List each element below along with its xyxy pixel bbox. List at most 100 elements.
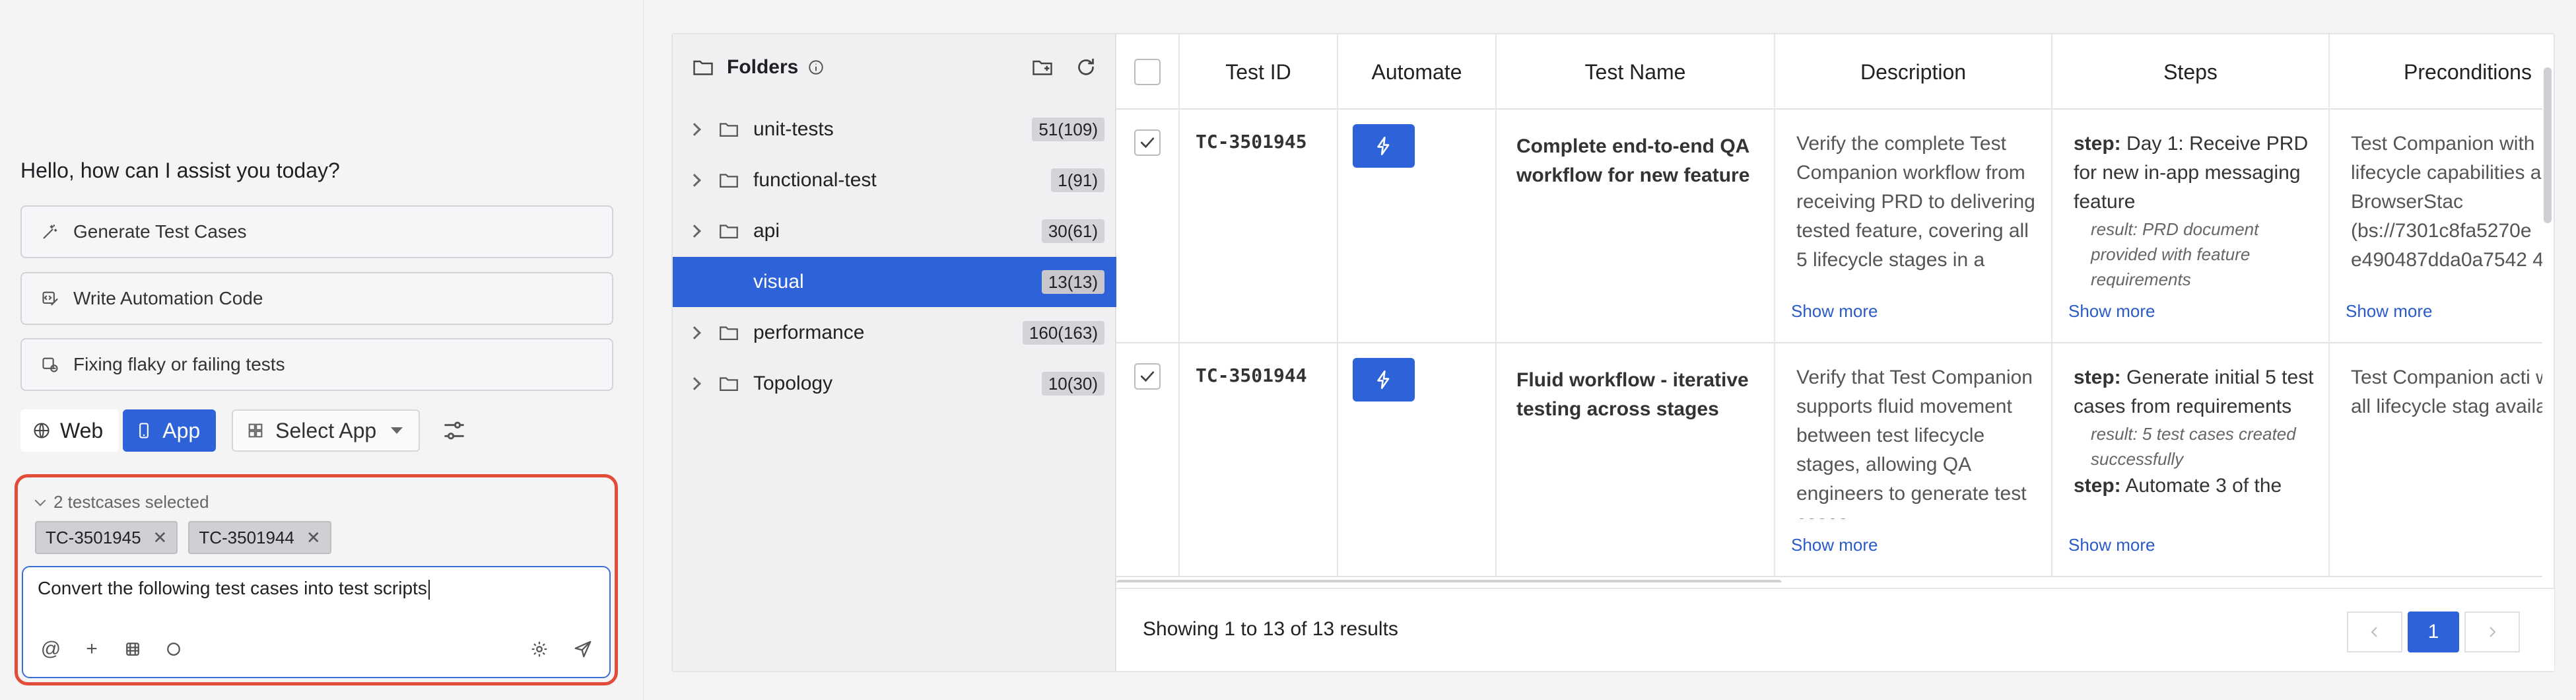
column-header-test-id[interactable]: Test ID	[1180, 34, 1338, 110]
result-label: result:	[2091, 219, 2138, 239]
folder-item-api[interactable]: api 30(61)	[673, 206, 1116, 256]
column-header-preconditions[interactable]: Preconditions	[2330, 34, 2542, 110]
chevron-right-icon	[688, 123, 701, 136]
select-app-dropdown[interactable]: Select App	[232, 409, 421, 452]
wand-icon	[40, 222, 60, 242]
preconditions-text: Test Companion with lifecycle capabiliti…	[2351, 133, 2542, 271]
show-more-link[interactable]: Show more	[1791, 301, 1878, 322]
show-more-link[interactable]: Show more	[1791, 535, 1878, 555]
check-icon	[1140, 137, 1155, 149]
steps-text: step: Generate initial 5 test cases from…	[2074, 363, 2315, 522]
add-folder-button[interactable]	[1028, 53, 1057, 82]
grid-icon	[248, 423, 263, 438]
attach-test-icon[interactable]	[119, 636, 146, 662]
test-name-cell: Complete end-to-end QA workflow for new …	[1497, 110, 1775, 342]
mode-web-tab[interactable]: Web	[20, 409, 119, 452]
column-header-description[interactable]: Description	[1775, 34, 2052, 110]
mention-icon[interactable]: @	[38, 636, 64, 662]
folder-name: api	[753, 220, 780, 242]
folder-item-functional-test[interactable]: functional-test 1(91)	[673, 155, 1116, 205]
step-text: Automate 3 of the	[2125, 475, 2282, 497]
automate-button[interactable]	[1353, 124, 1415, 168]
horizontal-scrollbar[interactable]	[1116, 580, 1782, 582]
mode-bar: Web App Select App	[20, 409, 470, 452]
folder-icon	[720, 275, 738, 290]
caret-down-icon	[391, 427, 403, 434]
description-text: Verify the complete Test Companion workf…	[1796, 133, 2035, 271]
folder-item-visual[interactable]: visual 13(13)	[673, 257, 1116, 307]
send-icon[interactable]	[570, 636, 596, 662]
folder-count-badge: 51(109)	[1032, 118, 1104, 141]
sliders-icon	[444, 421, 464, 440]
folder-count-badge: 160(163)	[1022, 321, 1104, 345]
previous-page-button[interactable]	[2347, 612, 2402, 652]
select-all-checkbox[interactable]	[1134, 59, 1161, 85]
chip-label: TC-3501945	[46, 527, 141, 547]
next-page-button[interactable]	[2464, 612, 2520, 652]
prompt-input[interactable]: Convert the following test cases into te…	[22, 566, 611, 678]
step-label: step:	[2074, 367, 2121, 388]
info-icon[interactable]	[807, 59, 825, 76]
chip-label: TC-3501944	[199, 527, 294, 547]
refresh-button[interactable]	[1071, 53, 1101, 82]
test-management-panel: Folders unit-tests 51(109) functional-te…	[671, 33, 2555, 672]
row-checkbox[interactable]	[1134, 363, 1161, 390]
settings-sliders-button[interactable]	[438, 415, 470, 446]
close-icon[interactable]: ✕	[306, 528, 321, 548]
folder-name: performance	[753, 322, 865, 343]
select-app-label: Select App	[275, 418, 377, 442]
column-header-test-name[interactable]: Test Name	[1497, 34, 1775, 110]
column-header-automate[interactable]: Automate	[1338, 34, 1497, 110]
close-icon[interactable]: ✕	[153, 528, 168, 548]
folder-name: functional-test	[753, 169, 877, 191]
greeting-text: Hello, how can I assist you today?	[20, 158, 340, 182]
folder-item-performance[interactable]: performance 160(163)	[673, 308, 1116, 358]
vertical-scrollbar[interactable]	[2544, 67, 2552, 223]
show-more-link[interactable]: Show more	[2068, 301, 2155, 322]
show-more-link[interactable]: Show more	[2068, 535, 2155, 555]
selection-summary-text: 2 testcases selected	[53, 492, 209, 512]
results-summary: Showing 1 to 13 of 13 results	[1143, 618, 1398, 640]
result-line: result: PRD document provided with featu…	[2074, 217, 2315, 288]
prompt-actions	[509, 636, 596, 662]
selection-summary-toggle[interactable]: 2 testcases selected	[34, 492, 209, 512]
step-label: step:	[2074, 475, 2121, 497]
code-edit-icon	[40, 289, 60, 308]
result-label: result:	[2091, 424, 2138, 444]
folders-header: Folders	[691, 49, 1101, 86]
folder-count-badge: 13(13)	[1041, 270, 1104, 294]
table-row[interactable]: TC-3501945 Complete end-to-end QA workfl…	[1116, 110, 2542, 343]
gear-icon[interactable]	[526, 636, 553, 662]
folder-item-unit-tests[interactable]: unit-tests 51(109)	[673, 104, 1116, 155]
chevron-right-icon	[688, 326, 701, 339]
test-id-cell: TC-3501945	[1180, 110, 1338, 342]
test-id[interactable]: TC-3501945	[1196, 131, 1307, 153]
show-more-link[interactable]: Show more	[2346, 301, 2433, 322]
testcase-chip: TC-3501944 ✕	[188, 521, 331, 554]
mobile-icon	[139, 423, 149, 438]
mode-app-tab[interactable]: App	[123, 409, 217, 452]
circle-icon[interactable]	[160, 636, 187, 662]
suggestion-label: Fixing flaky or failing tests	[73, 354, 285, 374]
page-button-current[interactable]: 1	[2408, 612, 2459, 652]
generate-test-cases-button[interactable]: Generate Test Cases	[20, 205, 613, 258]
plus-icon[interactable]: +	[79, 636, 105, 662]
selected-testcase-chips: TC-3501945 ✕ TC-3501944 ✕	[35, 521, 342, 554]
preconditions-cell: Test Companion acti with all lifecycle s…	[2330, 343, 2542, 576]
folder-item-topology[interactable]: Topology 10(30)	[673, 359, 1116, 409]
preconditions-text: Test Companion acti with all lifecycle s…	[2351, 367, 2542, 417]
test-name: Fluid workflow - iterative testing acros…	[1516, 369, 1749, 420]
bug-fix-icon	[40, 355, 60, 374]
automate-button[interactable]	[1353, 358, 1415, 402]
test-id-cell: TC-3501944	[1180, 343, 1338, 576]
step-label: step:	[2074, 133, 2121, 155]
fix-flaky-tests-button[interactable]: Fixing flaky or failing tests	[20, 338, 613, 391]
write-automation-code-button[interactable]: Write Automation Code	[20, 272, 613, 325]
column-header-steps[interactable]: Steps	[2052, 34, 2330, 110]
table-header: Test ID Automate Test Name Description S…	[1116, 34, 2542, 110]
folder-plus-icon	[1033, 60, 1052, 75]
table-row[interactable]: TC-3501944 Fluid workflow - iterative te…	[1116, 343, 2542, 577]
test-id[interactable]: TC-3501944	[1196, 365, 1307, 386]
folder-icon	[720, 326, 738, 341]
row-checkbox[interactable]	[1134, 129, 1161, 156]
